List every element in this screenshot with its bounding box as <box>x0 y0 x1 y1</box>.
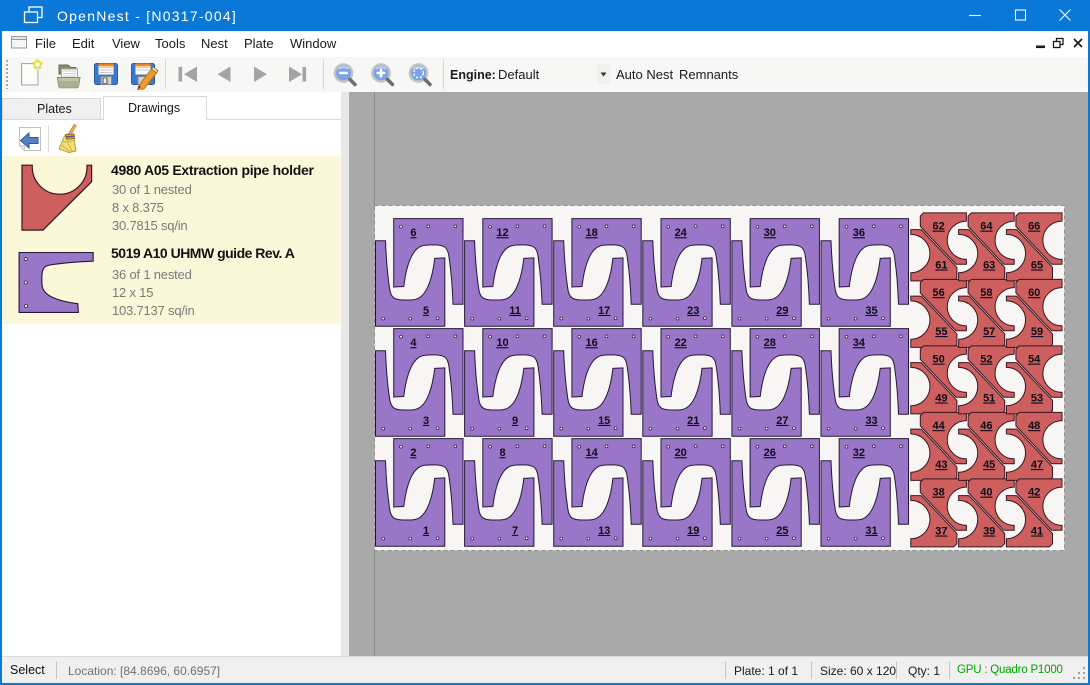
svg-text:21: 21 <box>687 415 699 427</box>
svg-text:25: 25 <box>776 525 788 537</box>
svg-text:37: 37 <box>935 526 947 538</box>
svg-text:3: 3 <box>423 415 429 427</box>
svg-text:4: 4 <box>410 337 417 349</box>
svg-text:55: 55 <box>935 326 947 338</box>
svg-text:64: 64 <box>980 221 993 233</box>
svg-text:33: 33 <box>865 415 877 427</box>
svg-text:18: 18 <box>585 227 597 239</box>
svg-text:32: 32 <box>853 447 865 459</box>
svg-text:28: 28 <box>764 337 776 349</box>
svg-text:10: 10 <box>496 337 508 349</box>
svg-text:39: 39 <box>983 526 995 538</box>
svg-text:63: 63 <box>983 260 995 272</box>
svg-text:56: 56 <box>932 287 944 299</box>
svg-text:12: 12 <box>496 227 508 239</box>
svg-text:43: 43 <box>935 459 947 471</box>
svg-text:44: 44 <box>932 420 945 432</box>
svg-text:62: 62 <box>932 221 944 233</box>
svg-text:41: 41 <box>1031 526 1043 538</box>
svg-text:17: 17 <box>598 305 610 317</box>
svg-text:51: 51 <box>983 393 995 405</box>
svg-text:60: 60 <box>1028 287 1040 299</box>
svg-text:45: 45 <box>983 459 995 471</box>
svg-text:48: 48 <box>1028 420 1040 432</box>
svg-text:11: 11 <box>509 305 521 317</box>
svg-text:46: 46 <box>980 420 992 432</box>
svg-text:42: 42 <box>1028 487 1040 499</box>
svg-text:2: 2 <box>410 447 416 459</box>
svg-text:53: 53 <box>1031 393 1043 405</box>
svg-text:20: 20 <box>675 447 687 459</box>
svg-text:5: 5 <box>423 305 429 317</box>
svg-text:14: 14 <box>585 447 598 459</box>
svg-text:54: 54 <box>1028 354 1041 366</box>
svg-text:49: 49 <box>935 393 947 405</box>
svg-text:22: 22 <box>675 337 687 349</box>
svg-text:57: 57 <box>983 326 995 338</box>
svg-text:52: 52 <box>980 354 992 366</box>
svg-text:29: 29 <box>776 305 788 317</box>
svg-text:61: 61 <box>935 260 947 272</box>
svg-text:13: 13 <box>598 525 610 537</box>
svg-text:59: 59 <box>1031 326 1043 338</box>
svg-text:8: 8 <box>499 447 505 459</box>
svg-text:34: 34 <box>853 337 866 349</box>
svg-text:24: 24 <box>675 227 688 239</box>
svg-text:66: 66 <box>1028 221 1040 233</box>
svg-text:65: 65 <box>1031 260 1043 272</box>
svg-text:47: 47 <box>1031 459 1043 471</box>
svg-text:58: 58 <box>980 287 992 299</box>
svg-text:27: 27 <box>776 415 788 427</box>
svg-text:40: 40 <box>980 487 992 499</box>
svg-text:35: 35 <box>865 305 877 317</box>
svg-text:9: 9 <box>512 415 518 427</box>
svg-text:1: 1 <box>423 525 429 537</box>
svg-text:50: 50 <box>932 354 944 366</box>
svg-text:15: 15 <box>598 415 610 427</box>
svg-text:31: 31 <box>865 525 877 537</box>
svg-text:7: 7 <box>512 525 518 537</box>
svg-text:6: 6 <box>410 227 416 239</box>
svg-text:26: 26 <box>764 447 776 459</box>
svg-text:38: 38 <box>932 487 944 499</box>
svg-text:16: 16 <box>585 337 597 349</box>
svg-text:30: 30 <box>764 227 776 239</box>
svg-text:36: 36 <box>853 227 865 239</box>
svg-text:23: 23 <box>687 305 699 317</box>
svg-text:19: 19 <box>687 525 699 537</box>
